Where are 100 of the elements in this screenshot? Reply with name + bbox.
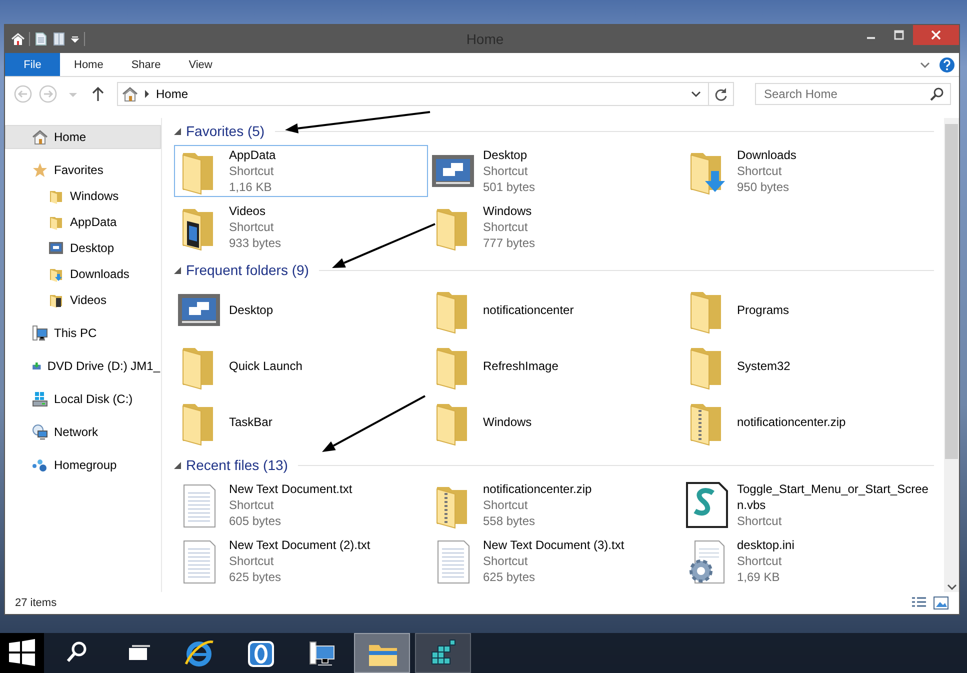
drive-icon <box>32 391 48 407</box>
document-icon[interactable] <box>52 32 66 46</box>
file-name: New Text Document (2).txt <box>229 537 372 553</box>
desktop-icon <box>48 240 64 256</box>
file-name: Windows <box>483 203 533 219</box>
file-item[interactable]: Downloads Shortcut 950 bytes <box>682 145 936 197</box>
dropdown-icon[interactable] <box>70 34 80 44</box>
file-item[interactable]: System32 <box>682 340 936 392</box>
ribbon-tab[interactable]: Home <box>60 53 118 76</box>
collapse-icon[interactable] <box>174 128 181 134</box>
file-name: RefreshImage <box>483 358 560 374</box>
sidebar-item[interactable]: Home <box>5 125 161 149</box>
file-name: Desktop <box>483 147 528 163</box>
sidebar-item[interactable]: Videos <box>5 288 161 312</box>
sidebar-item[interactable]: Windows <box>5 184 161 208</box>
ribbon-tab[interactable]: Share <box>117 53 175 76</box>
file-size: 777 bytes <box>483 235 536 251</box>
file-item[interactable]: TaskBar <box>174 396 428 448</box>
file-item[interactable]: Desktop <box>174 284 428 336</box>
file-item[interactable]: RefreshImage <box>428 340 682 392</box>
registry-editor-button[interactable] <box>415 633 471 673</box>
item-count: 27 items <box>15 597 57 609</box>
refresh-icon[interactable] <box>714 87 728 101</box>
home-icon[interactable] <box>11 32 25 46</box>
file-item[interactable]: New Text Document.txt Shortcut 605 bytes <box>174 479 428 531</box>
document-icon[interactable] <box>34 32 48 46</box>
file-name: Downloads <box>737 147 798 163</box>
collapse-icon[interactable] <box>174 266 181 274</box>
file-type: Shortcut <box>229 219 275 235</box>
sidebar-item[interactable]: AppData <box>5 210 161 234</box>
details-view-icon[interactable] <box>911 596 927 610</box>
computer-icon <box>32 325 48 341</box>
sidebar-item[interactable]: Local Disk (C:) <box>5 387 161 411</box>
large-icons-view-icon[interactable] <box>933 596 949 610</box>
help-icon[interactable] <box>939 56 955 72</box>
sidebar-item[interactable]: DVD Drive (D:) JM1_ <box>5 354 161 378</box>
breadcrumb[interactable]: Home <box>156 87 684 101</box>
file-item[interactable]: Windows Shortcut 777 bytes <box>428 201 682 253</box>
scroll-down-icon[interactable] <box>946 582 956 592</box>
homegroup-icon <box>32 457 48 473</box>
file-name: System32 <box>737 358 792 374</box>
file-name: desktop.ini <box>737 537 796 553</box>
file-item[interactable]: notificationcenter.zip Shortcut 558 bytes <box>428 479 682 531</box>
file-size: 1,69 KB <box>737 569 781 585</box>
group-header[interactable]: Recent files (13) <box>186 457 288 473</box>
file-type: Shortcut <box>483 553 529 569</box>
file-size: 605 bytes <box>229 513 282 529</box>
file-name: New Text Document.txt <box>229 481 354 497</box>
file-name: Videos <box>229 203 266 219</box>
file-item[interactable]: Videos Shortcut 933 bytes <box>174 201 428 253</box>
file-item[interactable]: notificationcenter.zip <box>682 396 936 448</box>
collapse-icon[interactable] <box>174 462 181 468</box>
file-name: New Text Document (3).txt <box>483 537 626 553</box>
sidebar-item[interactable]: Favorites <box>5 158 161 182</box>
search-icon <box>930 87 944 101</box>
file-size: 501 bytes <box>483 179 536 195</box>
file-type: Shortcut <box>483 163 529 179</box>
sidebar-item[interactable]: Network <box>5 420 161 444</box>
file-type: Shortcut <box>483 497 529 513</box>
sidebar-item[interactable]: Desktop <box>5 236 161 260</box>
ribbon-tab[interactable]: View <box>174 53 226 76</box>
file-item[interactable]: Quick Launch <box>174 340 428 392</box>
group-header[interactable]: Favorites (5) <box>186 123 265 139</box>
maximize-icon[interactable] <box>894 30 904 40</box>
file-name: Programs <box>737 302 790 318</box>
file-name: Quick Launch <box>229 358 304 374</box>
file-size: 558 bytes <box>483 513 536 529</box>
file-type: Shortcut <box>229 497 275 513</box>
close-button[interactable] <box>913 25 959 45</box>
sidebar-item[interactable]: This PC <box>5 321 161 345</box>
file-item[interactable]: Windows <box>428 396 682 448</box>
file-item[interactable]: AppData Shortcut 1,16 KB <box>174 145 428 197</box>
folder-icon <box>48 188 64 204</box>
file-menu-button[interactable]: File <box>5 53 60 76</box>
group-header[interactable]: Frequent folders (9) <box>186 262 309 278</box>
file-name: notificationcenter.zip <box>483 481 593 497</box>
chevron-right-icon <box>144 90 150 98</box>
scrollbar[interactable] <box>944 118 959 592</box>
network-icon <box>32 424 48 440</box>
file-item[interactable]: Desktop Shortcut 501 bytes <box>428 145 682 197</box>
sidebar-item[interactable]: Downloads <box>5 262 161 286</box>
file-type: Shortcut <box>229 553 275 569</box>
file-size: 625 bytes <box>229 569 282 585</box>
file-type: Shortcut <box>737 513 783 529</box>
file-item[interactable]: Programs <box>682 284 936 336</box>
star-icon <box>32 162 48 178</box>
file-item[interactable]: New Text Document (2).txt Shortcut 625 bytes <box>174 535 428 587</box>
file-explorer-button[interactable] <box>354 633 410 673</box>
search-field[interactable]: Search Home <box>755 83 951 105</box>
address-field[interactable]: Home <box>117 82 734 106</box>
sidebar-item[interactable]: Homegroup <box>5 453 161 477</box>
file-name: Toggle_Start_Menu_or_Start_Screen.vbs <box>737 481 930 513</box>
file-size: 950 bytes <box>737 179 790 195</box>
file-item[interactable]: notificationcenter <box>428 284 682 336</box>
file-name: Windows <box>483 414 533 430</box>
script-file-icon <box>683 481 731 529</box>
file-item[interactable]: New Text Document (3).txt Shortcut 625 bytes <box>428 535 682 587</box>
file-item[interactable]: Toggle_Start_Menu_or_Start_Screen.vbs Shortcut <box>682 479 936 531</box>
close-icon[interactable] <box>931 30 941 40</box>
file-item[interactable]: desktop.ini Shortcut 1,69 KB <box>682 535 936 587</box>
